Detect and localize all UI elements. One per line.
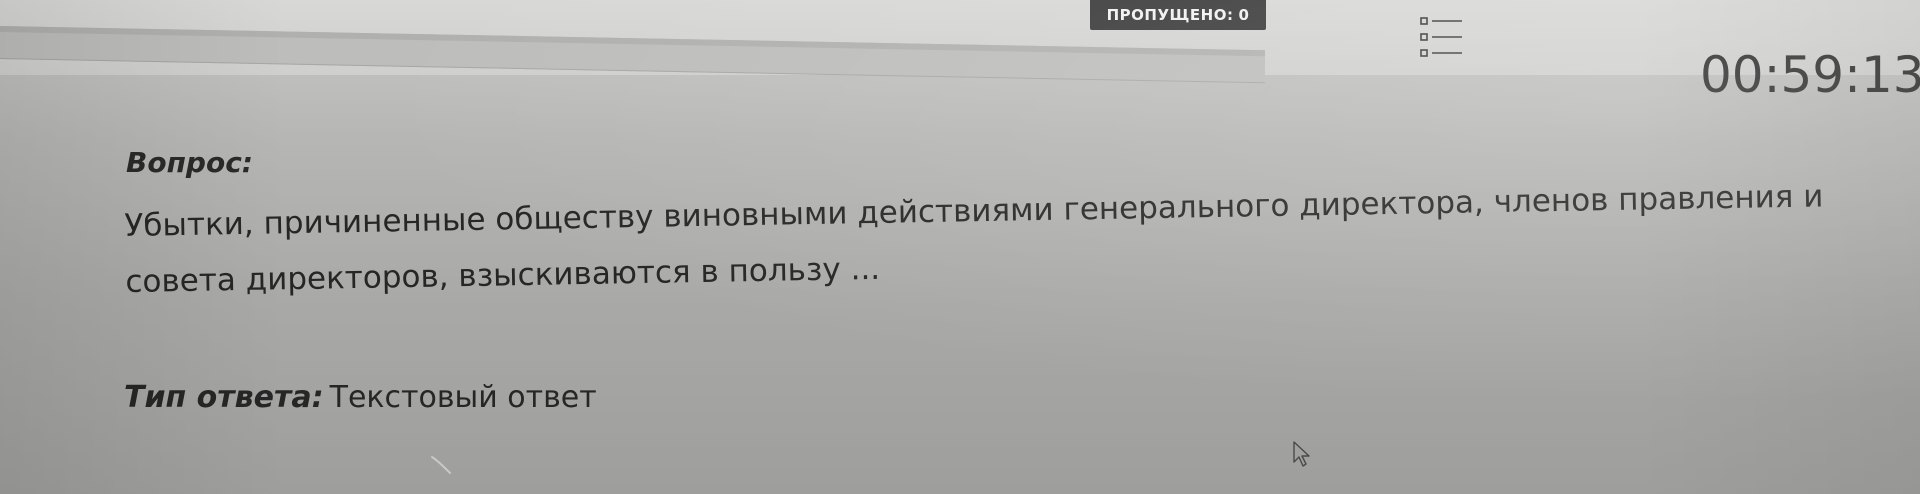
answer-type: Тип ответа: Текстовый ответ (124, 380, 597, 415)
answer-type-label: Тип ответа: (124, 380, 324, 415)
question-label: Вопрос: (126, 146, 253, 179)
mouse-pointer-icon (1292, 440, 1312, 468)
skipped-counter[interactable]: ПРОПУЩЕНО: 0 (1090, 0, 1266, 30)
screen-glare-mark (430, 455, 458, 475)
skipped-label: ПРОПУЩЕНО: (1106, 6, 1234, 24)
question-text: Убытки, причиненные обществу виновными д… (124, 178, 1824, 300)
quiz-screen: ПРОПУЩЕНО: 0 00:59:13 Вопрос: Убытки, пр… (0, 0, 1920, 494)
skipped-count: 0 (1238, 6, 1250, 24)
answer-type-value: Текстовый ответ (329, 380, 597, 415)
question-list-icon[interactable] (1418, 16, 1468, 76)
countdown-timer: 00:59:13 (1700, 46, 1920, 104)
